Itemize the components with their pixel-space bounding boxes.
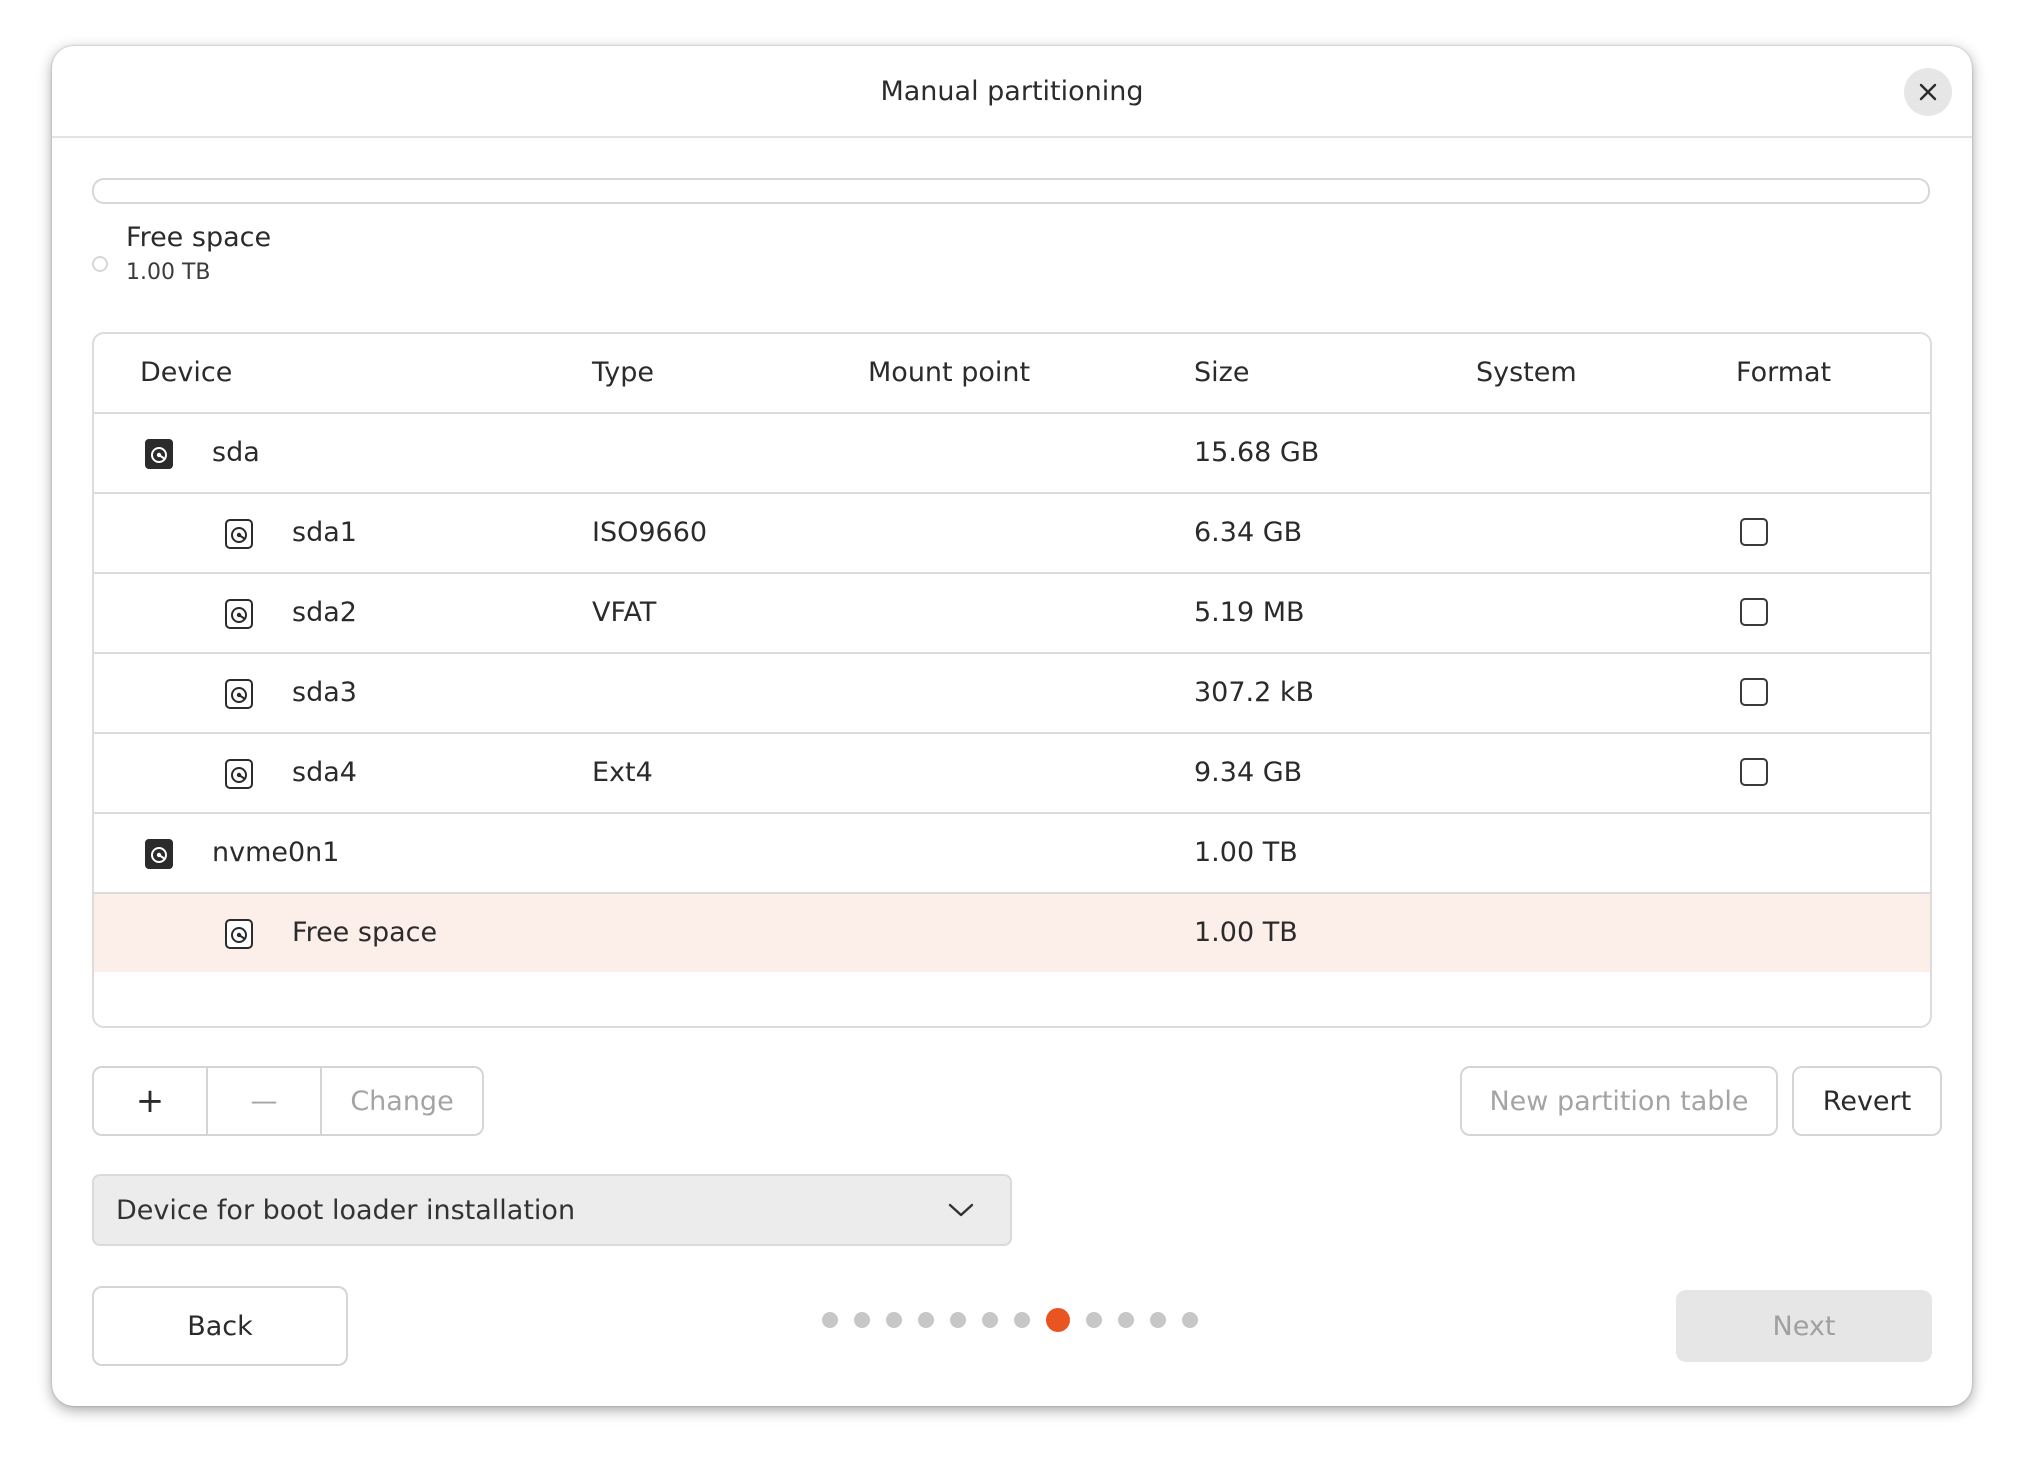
partition-icon <box>225 599 253 629</box>
column-header-device: Device <box>140 357 233 388</box>
partition-usage-bar <box>92 178 1930 204</box>
disk-icon <box>145 439 173 469</box>
step-dot[interactable] <box>950 1312 966 1328</box>
partition-icon <box>225 519 253 549</box>
table-row-sda[interactable]: sda 15.68 GB <box>94 414 1930 494</box>
format-checkbox[interactable] <box>1740 598 1768 626</box>
legend-swatch <box>92 256 108 272</box>
new-partition-table-button[interactable]: New partition table <box>1460 1066 1778 1136</box>
device-name: sda1 <box>292 517 357 548</box>
table-row-sda4[interactable]: sda4 Ext4 9.34 GB <box>94 734 1930 814</box>
step-dot-active[interactable] <box>1046 1308 1070 1332</box>
change-partition-button[interactable]: Change <box>322 1068 482 1134</box>
format-checkbox[interactable] <box>1740 518 1768 546</box>
table-row-sda1[interactable]: sda1 ISO9660 6.34 GB <box>94 494 1930 574</box>
partition-size: 5.19 MB <box>1194 597 1305 628</box>
partition-type: ISO9660 <box>592 517 708 548</box>
window-title: Manual partitioning <box>880 75 1144 107</box>
revert-button[interactable]: Revert <box>1792 1066 1942 1136</box>
next-button[interactable]: Next <box>1676 1290 1932 1362</box>
partition-icon <box>225 759 253 789</box>
partition-actions: + — Change <box>92 1066 484 1136</box>
step-dot[interactable] <box>1118 1312 1134 1328</box>
bootloader-select-label: Device for boot loader installation <box>116 1194 576 1226</box>
partition-icon <box>225 679 253 709</box>
device-name: Free space <box>292 917 438 948</box>
step-indicator <box>822 1308 1214 1332</box>
back-button[interactable]: Back <box>92 1286 348 1366</box>
bootloader-device-select[interactable]: Device for boot loader installation <box>92 1174 1012 1246</box>
column-header-mount-point: Mount point <box>868 357 1031 388</box>
close-button[interactable] <box>1904 68 1952 116</box>
partition-size: 9.34 GB <box>1194 757 1303 788</box>
device-name: sda <box>212 437 260 468</box>
format-checkbox[interactable] <box>1740 678 1768 706</box>
chevron-down-icon <box>948 1203 974 1217</box>
titlebar: Manual partitioning <box>52 46 1972 138</box>
table-header: Device Type Mount point Size System Form… <box>94 334 1930 414</box>
table-row-nvme0n1[interactable]: nvme0n1 1.00 TB <box>94 814 1930 894</box>
close-icon <box>1919 83 1937 101</box>
step-dot[interactable] <box>1150 1312 1166 1328</box>
partition-size: 15.68 GB <box>1194 437 1320 468</box>
partition-size: 1.00 TB <box>1194 917 1298 948</box>
device-name: sda2 <box>292 597 357 628</box>
step-dot[interactable] <box>886 1312 902 1328</box>
add-partition-button[interactable]: + <box>94 1068 208 1134</box>
partition-icon <box>225 919 253 949</box>
partition-type: VFAT <box>592 597 657 628</box>
partition-table: Device Type Mount point Size System Form… <box>92 332 1932 1028</box>
partition-type: Ext4 <box>592 757 653 788</box>
step-dot[interactable] <box>918 1312 934 1328</box>
device-name: sda3 <box>292 677 357 708</box>
step-dot[interactable] <box>1086 1312 1102 1328</box>
device-name: sda4 <box>292 757 357 788</box>
disk-icon <box>145 839 173 869</box>
table-row-sda2[interactable]: sda2 VFAT 5.19 MB <box>94 574 1930 654</box>
column-header-format: Format <box>1736 357 1832 388</box>
table-row-free-space[interactable]: Free space 1.00 TB <box>94 894 1930 972</box>
remove-partition-button[interactable]: — <box>208 1068 322 1134</box>
step-dot[interactable] <box>1182 1312 1198 1328</box>
partition-size: 307.2 kB <box>1194 677 1315 708</box>
step-dot[interactable] <box>822 1312 838 1328</box>
step-dot[interactable] <box>854 1312 870 1328</box>
step-dot[interactable] <box>1014 1312 1030 1328</box>
legend-name: Free space <box>126 222 272 253</box>
legend-size: 1.00 TB <box>126 260 211 285</box>
table-row-sda3[interactable]: sda3 307.2 kB <box>94 654 1930 734</box>
step-dot[interactable] <box>982 1312 998 1328</box>
format-checkbox[interactable] <box>1740 758 1768 786</box>
column-header-system: System <box>1476 357 1577 388</box>
installer-window: Manual partitioning Free space 1.00 TB D… <box>52 46 1972 1406</box>
partition-size: 6.34 GB <box>1194 517 1303 548</box>
partition-size: 1.00 TB <box>1194 837 1298 868</box>
column-header-size: Size <box>1194 357 1250 388</box>
column-header-type: Type <box>592 357 655 388</box>
usage-legend-item: Free space 1.00 TB <box>92 222 271 285</box>
device-name: nvme0n1 <box>212 837 340 868</box>
